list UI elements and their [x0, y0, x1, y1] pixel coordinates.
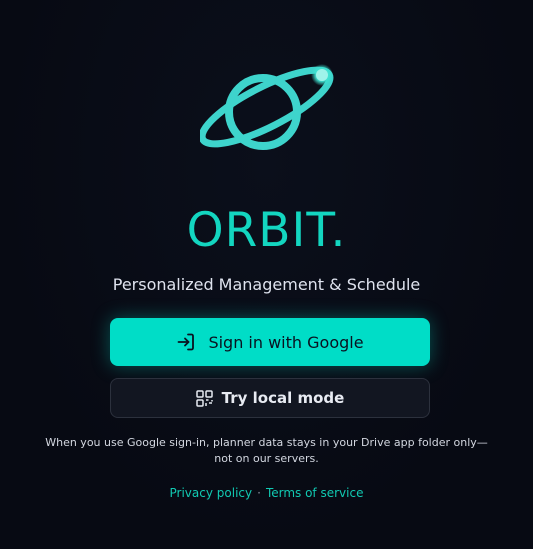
try-local-mode-label: Try local mode	[221, 389, 345, 407]
app-tagline: Personalized Management & Schedule	[112, 275, 421, 294]
login-screen: ORBIT. Personalized Management & Schedul…	[0, 0, 533, 549]
terms-of-service-link[interactable]: Terms of service	[266, 486, 364, 500]
sign-in-icon	[176, 332, 196, 352]
app-title: ORBIT.	[186, 203, 347, 258]
privacy-notice: When you use Google sign-in, planner dat…	[45, 436, 488, 465]
privacy-policy-link[interactable]: Privacy policy	[170, 486, 253, 500]
footer-links: Privacy policy · Terms of service	[0, 485, 533, 501]
try-local-mode-button[interactable]: Try local mode	[110, 378, 430, 418]
sign-in-with-google-button[interactable]: Sign in with Google	[110, 318, 430, 366]
sign-in-with-google-label: Sign in with Google	[208, 332, 364, 352]
footer-separator: ·	[257, 486, 261, 500]
grid-icon	[195, 389, 213, 407]
planet-orbit-icon	[200, 64, 334, 150]
